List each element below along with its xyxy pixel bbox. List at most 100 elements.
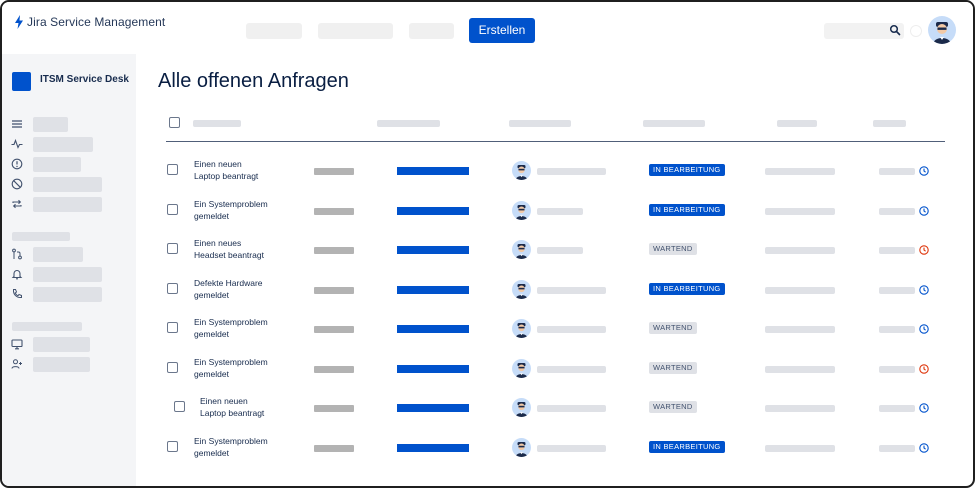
- request-key-placeholder[interactable]: [314, 366, 354, 373]
- request-key-placeholder[interactable]: [314, 208, 354, 215]
- assignee-avatar[interactable]: [512, 319, 531, 338]
- summary-line: Headset beantragt: [194, 250, 264, 260]
- status-badge[interactable]: IN BEARBEITUNG: [649, 204, 725, 216]
- status-badge[interactable]: IN BEARBEITUNG: [649, 283, 725, 295]
- request-type-bar: [397, 404, 469, 412]
- row-checkbox[interactable]: [167, 204, 178, 215]
- summary-line: gemeldet: [194, 448, 229, 458]
- row-checkbox[interactable]: [174, 401, 185, 412]
- assignee-avatar[interactable]: [512, 280, 531, 299]
- request-summary[interactable]: Ein Systemproblem gemeldet: [194, 356, 284, 380]
- assignee-avatar[interactable]: [512, 240, 531, 259]
- table-row[interactable]: Einen neuen Laptop beantragt WARTEND: [2, 395, 973, 425]
- time-placeholder: [879, 247, 915, 254]
- request-key-placeholder[interactable]: [314, 326, 354, 333]
- time-placeholder: [879, 445, 915, 452]
- request-key-placeholder[interactable]: [314, 287, 354, 294]
- column-header[interactable]: [873, 120, 906, 127]
- row-checkbox[interactable]: [167, 441, 178, 452]
- select-all-checkbox[interactable]: [169, 117, 180, 128]
- row-checkbox[interactable]: [167, 243, 178, 254]
- request-summary[interactable]: Ein Systemproblem gemeldet: [194, 198, 284, 222]
- avatar[interactable]: [928, 16, 956, 44]
- status-badge[interactable]: WARTEND: [649, 243, 697, 255]
- sidebar-item-activity[interactable]: [11, 136, 131, 152]
- request-summary[interactable]: Einen neues Headset beantragt: [194, 237, 284, 261]
- user-avatar-icon: [515, 165, 528, 180]
- project-avatar[interactable]: [12, 72, 31, 91]
- nav-item-placeholder[interactable]: [246, 23, 302, 39]
- date-placeholder: [765, 366, 835, 373]
- nav-item-placeholder[interactable]: [318, 23, 393, 39]
- assignee-avatar[interactable]: [512, 201, 531, 220]
- row-checkbox[interactable]: [167, 322, 178, 333]
- date-placeholder: [765, 168, 835, 175]
- assignee-avatar[interactable]: [512, 398, 531, 417]
- time-placeholder: [879, 287, 915, 294]
- summary-line: Einen neuen: [194, 159, 242, 169]
- column-header[interactable]: [193, 120, 241, 127]
- create-button[interactable]: Erstellen: [469, 18, 535, 43]
- time-placeholder: [879, 168, 915, 175]
- request-type-bar: [397, 167, 469, 175]
- app-window: Jira Service Management Erstellen ITSM S…: [0, 0, 975, 488]
- request-key-placeholder[interactable]: [314, 445, 354, 452]
- request-summary[interactable]: Einen neuen Laptop beantragt: [194, 158, 284, 182]
- request-summary[interactable]: Ein Systemproblem gemeldet: [194, 435, 284, 459]
- table-row[interactable]: Defekte Hardware gemeldet IN BEARBEITUNG: [2, 277, 973, 307]
- table-row[interactable]: Ein Systemproblem gemeldet WARTEND: [2, 316, 973, 346]
- request-summary[interactable]: Defekte Hardware gemeldet: [194, 277, 284, 301]
- column-header[interactable]: [509, 120, 571, 127]
- status-badge[interactable]: IN BEARBEITUNG: [649, 164, 725, 176]
- request-type-bar: [397, 246, 469, 254]
- summary-line: Laptop beantragt: [194, 171, 259, 181]
- assignee-name-placeholder: [537, 208, 583, 215]
- assignee-name-placeholder: [537, 366, 606, 373]
- search-icon[interactable]: [889, 24, 901, 36]
- column-header[interactable]: [777, 120, 817, 127]
- status-badge[interactable]: WARTEND: [649, 362, 697, 374]
- table-row[interactable]: Ein Systemproblem gemeldet WARTEND: [2, 356, 973, 386]
- request-summary[interactable]: Ein Systemproblem gemeldet: [194, 316, 284, 340]
- status-badge[interactable]: WARTEND: [649, 401, 697, 413]
- row-checkbox[interactable]: [167, 164, 178, 175]
- product-logo[interactable]: Jira Service Management: [14, 15, 165, 29]
- assignee-name-placeholder: [537, 247, 583, 254]
- user-avatar-icon: [515, 244, 528, 259]
- assignee-avatar[interactable]: [512, 359, 531, 378]
- date-placeholder: [765, 326, 835, 333]
- request-key-placeholder[interactable]: [314, 247, 354, 254]
- summary-line: gemeldet: [194, 290, 229, 300]
- list-icon: [12, 120, 22, 128]
- lightning-icon: [15, 15, 23, 29]
- request-key-placeholder[interactable]: [314, 168, 354, 175]
- summary-line: Laptop beantragt: [200, 408, 265, 418]
- date-placeholder: [765, 405, 835, 412]
- row-checkbox[interactable]: [167, 283, 178, 294]
- status-badge[interactable]: IN BEARBEITUNG: [649, 441, 725, 453]
- row-checkbox[interactable]: [167, 362, 178, 373]
- assignee-avatar[interactable]: [512, 161, 531, 180]
- column-header[interactable]: [643, 120, 705, 127]
- request-summary[interactable]: Einen neuen Laptop beantragt: [200, 395, 290, 419]
- time-placeholder: [879, 326, 915, 333]
- nav-item-placeholder[interactable]: [409, 23, 454, 39]
- summary-line: Defekte Hardware: [194, 278, 263, 288]
- column-header[interactable]: [377, 120, 440, 127]
- assignee-avatar[interactable]: [512, 438, 531, 457]
- assignee-name-placeholder: [537, 445, 606, 452]
- top-navigation: Jira Service Management Erstellen: [2, 2, 973, 54]
- assignee-name-placeholder: [537, 326, 606, 333]
- table-row[interactable]: Einen neuen Laptop beantragt IN BEARBEIT…: [2, 158, 973, 188]
- summary-line: Einen neuen: [200, 396, 248, 406]
- sidebar-item-queue[interactable]: [11, 116, 131, 132]
- table-row[interactable]: Ein Systemproblem gemeldet IN BEARBEITUN…: [2, 435, 973, 465]
- status-badge[interactable]: WARTEND: [649, 322, 697, 334]
- help-icon[interactable]: [910, 25, 922, 37]
- table-row[interactable]: Ein Systemproblem gemeldet IN BEARBEITUN…: [2, 198, 973, 228]
- request-key-placeholder[interactable]: [314, 405, 354, 412]
- project-name[interactable]: ITSM Service Desk: [40, 74, 129, 85]
- summary-line: Ein Systemproblem: [194, 436, 268, 446]
- table-row[interactable]: Einen neues Headset beantragt WARTEND: [2, 237, 973, 267]
- clock-icon: [919, 403, 929, 413]
